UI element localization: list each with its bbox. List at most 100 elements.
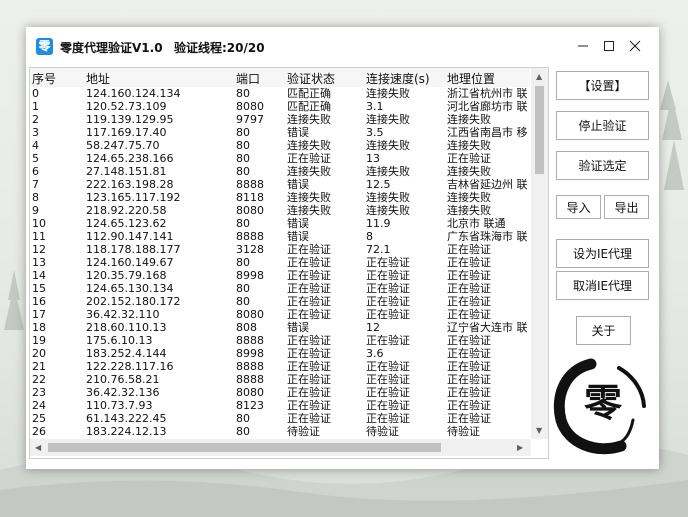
cancel-ie-proxy-button[interactable]: 取消IE代理 [556, 271, 649, 300]
table-row[interactable]: 18 218.60.110.13 808 错误 12 辽宁省大连市 联 [30, 321, 530, 334]
table-row[interactable]: 10 124.65.123.62 80 错误 11.9 北京市 联通 [30, 217, 530, 230]
cell-index: 0 [32, 87, 39, 100]
cell-index: 24 [32, 399, 46, 412]
cell-status: 错误 [287, 217, 309, 230]
column-header-location[interactable]: 地理位置 [447, 70, 527, 87]
table-row[interactable]: 11 112.90.147.141 8888 错误 8 广东省珠海市 联 [30, 230, 530, 243]
cell-port: 8080 [236, 100, 264, 113]
cell-status: 正在验证 [287, 152, 331, 165]
cell-speed: 正在验证 [366, 373, 410, 386]
table-row[interactable]: 26 183.224.12.13 80 待验证 待验证 待验证 [30, 425, 530, 438]
cell-speed: 3.1 [366, 100, 384, 113]
cell-index: 18 [32, 321, 46, 334]
cell-port: 8888 [236, 334, 264, 347]
table-body: 0 124.160.124.134 80 匹配正确 连接失败 浙江省杭州市 联 1 120.5… [30, 87, 530, 439]
export-button[interactable]: 导出 [604, 195, 649, 219]
maximize-icon[interactable] [596, 33, 622, 59]
about-button[interactable]: 关于 [576, 316, 631, 345]
cell-speed: 3.6 [366, 347, 384, 360]
cell-address: 202.152.180.172 [86, 295, 181, 308]
stop-verify-button[interactable]: 停止验证 [556, 111, 649, 140]
table-row[interactable]: 24 110.73.7.93 8123 正在验证 正在验证 正在验证 [30, 399, 530, 412]
cell-status: 错误 [287, 126, 309, 139]
cell-status: 连接失败 [287, 165, 331, 178]
table-row[interactable]: 19 175.6.10.13 8888 正在验证 正在验证 正在验证 [30, 334, 530, 347]
table-row[interactable]: 5 124.65.238.166 80 正在验证 13 正在验证 [30, 152, 530, 165]
table-row[interactable]: 6 27.148.151.81 80 连接失败 连接失败 连接失败 [30, 165, 530, 178]
cell-index: 23 [32, 386, 46, 399]
cell-location: 吉林省延边州 联 [447, 178, 527, 191]
cell-port: 3128 [236, 243, 264, 256]
horizontal-scroll-thumb[interactable] [48, 443, 441, 452]
ink-circle-logo: 零 [553, 358, 646, 455]
cell-port: 8888 [236, 373, 264, 386]
cell-location: 正在验证 [447, 269, 491, 282]
vertical-scrollbar[interactable]: ▲ ▼ [531, 68, 548, 439]
table-row[interactable]: 9 218.92.220.58 8080 连接失败 连接失败 连接失败 [30, 204, 530, 217]
cell-location: 正在验证 [447, 347, 491, 360]
table-row[interactable]: 21 122.228.117.16 8888 正在验证 正在验证 正在验证 [30, 360, 530, 373]
verify-selected-button[interactable]: 验证选定 [556, 151, 649, 180]
cell-location: 正在验证 [447, 360, 491, 373]
horizontal-scrollbar[interactable]: ◀ ▶ [30, 439, 531, 456]
table-row[interactable]: 13 124.160.149.67 80 正在验证 正在验证 正在验证 [30, 256, 530, 269]
cell-address: 124.160.124.134 [86, 87, 181, 100]
cell-address: 58.247.75.70 [86, 139, 160, 152]
column-header-address[interactable]: 地址 [86, 70, 110, 87]
table-row[interactable]: 17 36.42.32.110 8080 正在验证 正在验证 正在验证 [30, 308, 530, 321]
scroll-up-icon[interactable]: ▲ [536, 72, 542, 81]
table-row[interactable]: 7 222.163.198.28 8888 错误 12.5 吉林省延边州 联 [30, 178, 530, 191]
column-header-status[interactable]: 验证状态 [287, 70, 335, 87]
cell-address: 183.252.4.144 [86, 347, 167, 360]
cell-speed: 3.5 [366, 126, 384, 139]
table-row[interactable]: 12 118.178.188.177 3128 正在验证 72.1 正在验证 [30, 243, 530, 256]
scroll-right-icon[interactable]: ▶ [517, 443, 523, 452]
column-header-speed[interactable]: 连接速度(s) [366, 70, 430, 87]
column-header-port[interactable]: 端口 [236, 70, 260, 87]
cell-status: 正在验证 [287, 399, 331, 412]
settings-button[interactable]: 【设置】 [556, 71, 649, 100]
table-row[interactable]: 14 120.35.79.168 8998 正在验证 正在验证 正在验证 [30, 269, 530, 282]
cell-port: 808 [236, 321, 257, 334]
cell-address: 124.65.130.134 [86, 282, 174, 295]
cell-speed: 正在验证 [366, 308, 410, 321]
table-row[interactable]: 15 124.65.130.134 80 正在验证 正在验证 正在验证 [30, 282, 530, 295]
table-row[interactable]: 23 36.42.32.136 8080 正在验证 正在验证 正在验证 [30, 386, 530, 399]
table-row[interactable]: 20 183.252.4.144 8998 正在验证 3.6 正在验证 [30, 347, 530, 360]
cell-location: 连接失败 [447, 113, 491, 126]
set-ie-proxy-button[interactable]: 设为IE代理 [556, 239, 649, 268]
table-row[interactable]: 4 58.247.75.70 80 连接失败 连接失败 连接失败 [30, 139, 530, 152]
table-row[interactable]: 25 61.143.222.45 80 正在验证 正在验证 正在验证 [30, 412, 530, 425]
table-row[interactable]: 16 202.152.180.172 80 正在验证 正在验证 正在验证 [30, 295, 530, 308]
proxy-list-table[interactable]: 序号 地址 端口 验证状态 连接速度(s) 地理位置 0 124.160.124.… [29, 67, 549, 459]
cell-index: 26 [32, 425, 46, 438]
table-row[interactable]: 1 120.52.73.109 8080 匹配正确 3.1 河北省廊坊市 联 [30, 100, 530, 113]
scroll-down-icon[interactable]: ▼ [536, 426, 542, 435]
cell-address: 122.228.117.16 [86, 360, 174, 373]
table-row[interactable]: 2 119.139.129.95 9797 连接失败 连接失败 连接失败 [30, 113, 530, 126]
cell-index: 3 [32, 126, 39, 139]
cell-index: 19 [32, 334, 46, 347]
cell-location: 正在验证 [447, 373, 491, 386]
cell-speed: 连接失败 [366, 139, 410, 152]
cell-speed: 11.9 [366, 217, 391, 230]
close-icon[interactable] [622, 33, 648, 59]
table-row[interactable]: 8 123.165.117.192 8118 连接失败 连接失败 连接失败 [30, 191, 530, 204]
cell-index: 7 [32, 178, 39, 191]
cell-speed: 8 [366, 230, 373, 243]
import-button[interactable]: 导入 [556, 195, 601, 219]
table-row[interactable]: 0 124.160.124.134 80 匹配正确 连接失败 浙江省杭州市 联 [30, 87, 530, 100]
cell-speed: 连接失败 [366, 204, 410, 217]
cell-status: 正在验证 [287, 360, 331, 373]
scroll-left-icon[interactable]: ◀ [35, 443, 41, 452]
cell-speed: 正在验证 [366, 256, 410, 269]
table-row[interactable]: 3 117.169.17.40 80 错误 3.5 江西省南昌市 移 [30, 126, 530, 139]
table-row[interactable]: 22 210.76.58.21 8888 正在验证 正在验证 正在验证 [30, 373, 530, 386]
cell-port: 80 [236, 152, 250, 165]
column-header-index[interactable]: 序号 [32, 70, 56, 87]
minimize-icon[interactable] [570, 33, 596, 59]
cell-address: 110.73.7.93 [86, 399, 153, 412]
cell-port: 80 [236, 139, 250, 152]
cell-address: 36.42.32.136 [86, 386, 160, 399]
vertical-scroll-thumb[interactable] [535, 86, 544, 174]
